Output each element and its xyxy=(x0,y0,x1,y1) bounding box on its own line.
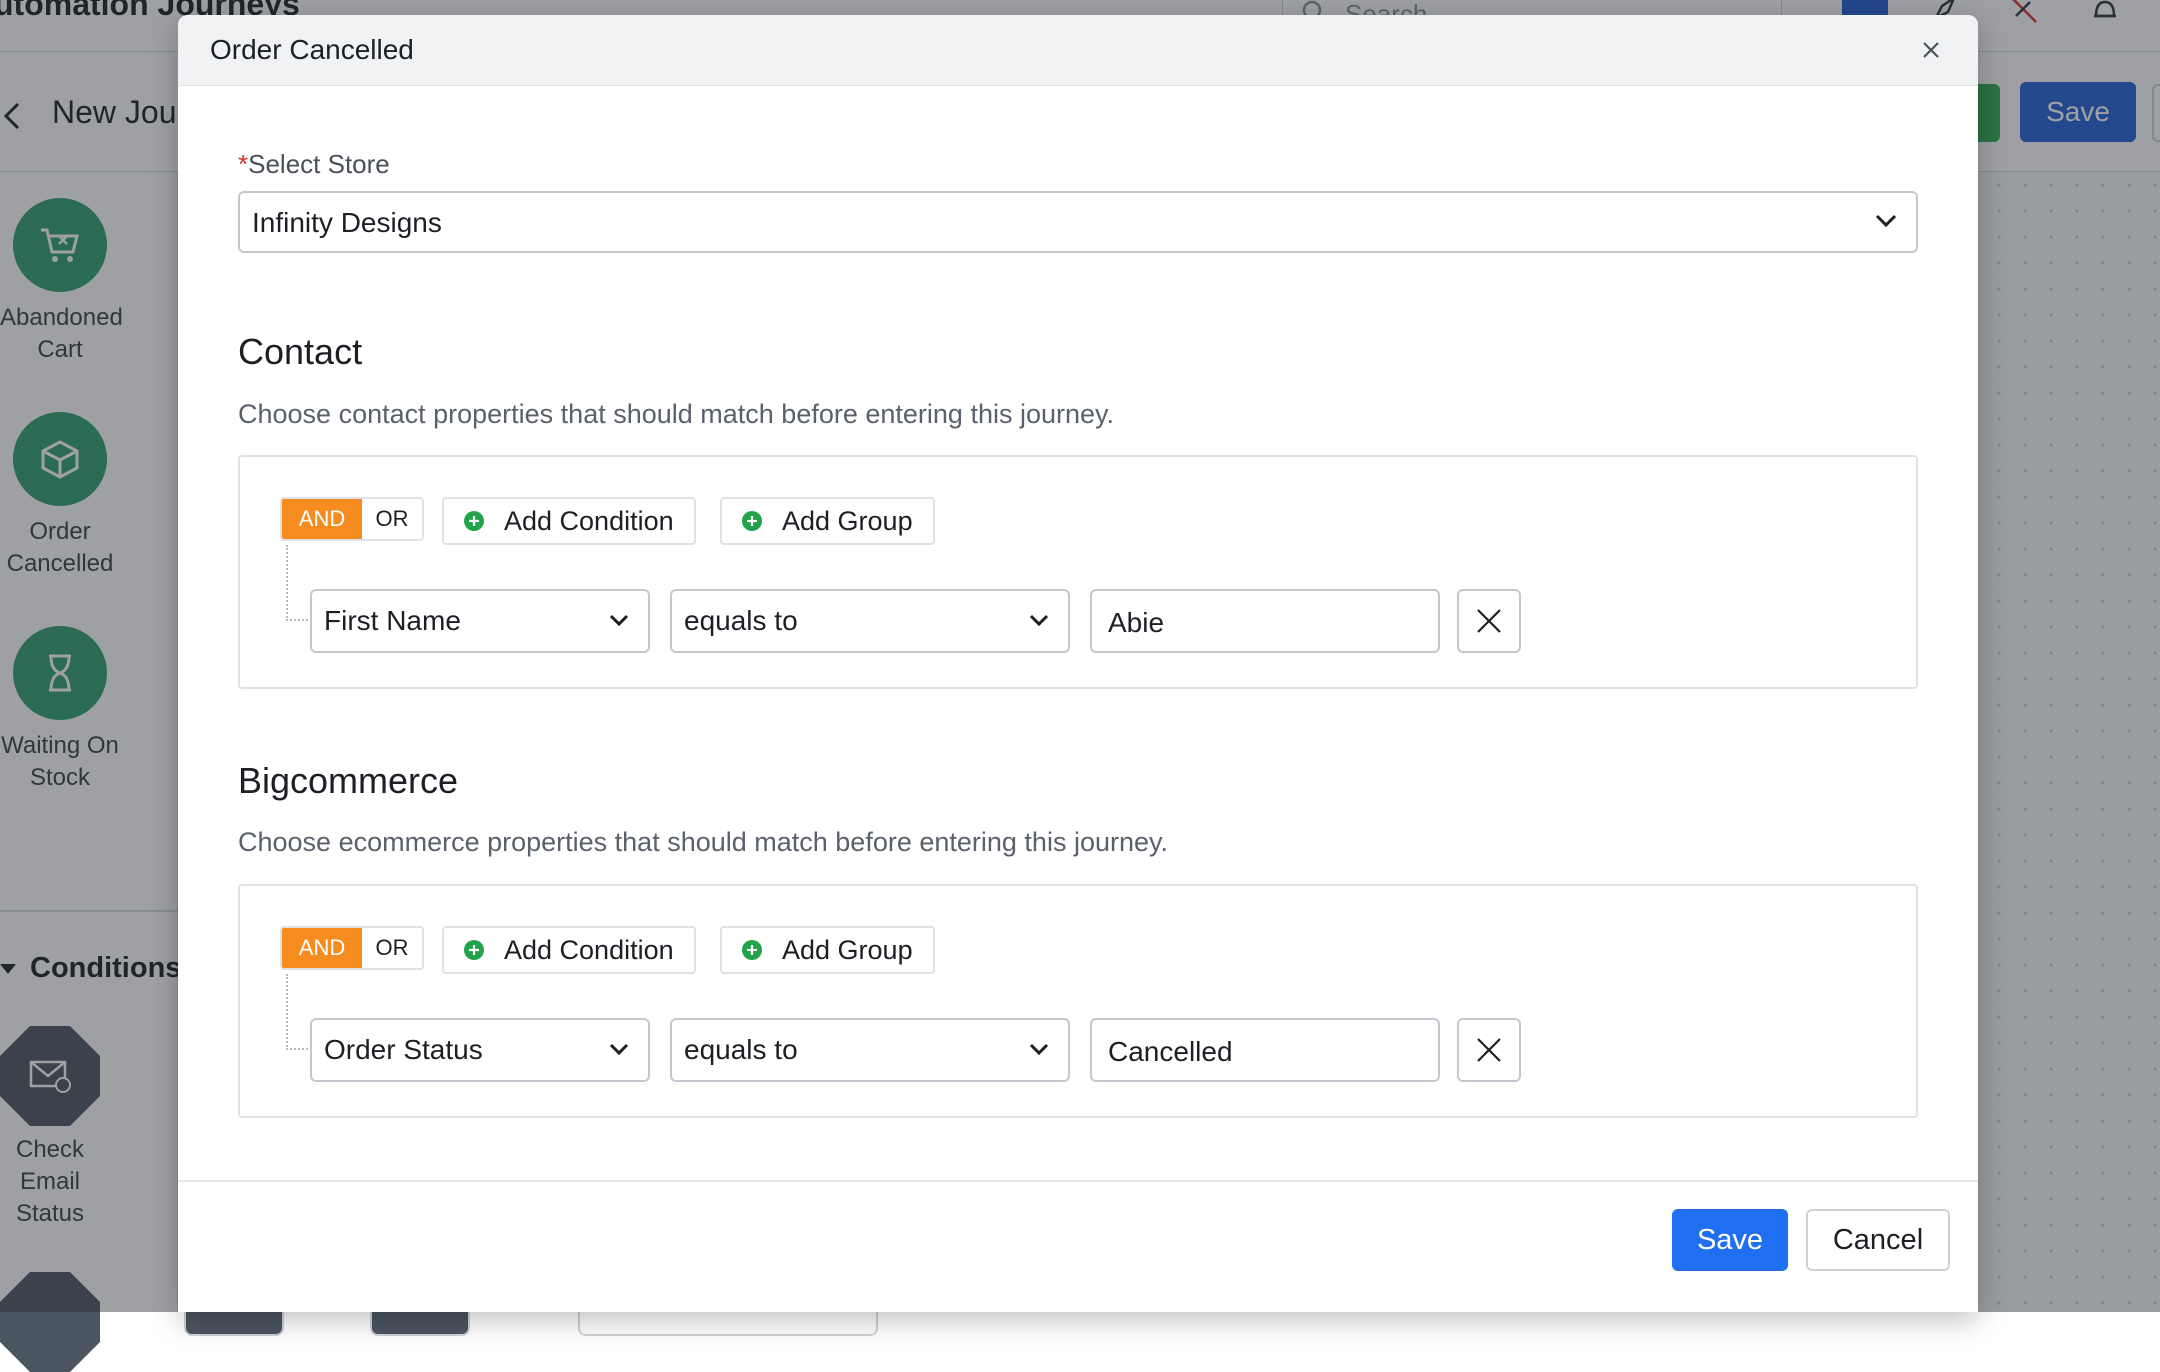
close-icon xyxy=(1477,1038,1501,1062)
dialog-header: Order Cancelled xyxy=(178,15,1978,86)
condition-operator-select[interactable]: equals to xyxy=(670,1018,1070,1082)
chevron-down-icon xyxy=(608,613,630,632)
select-store-label: *Select Store xyxy=(238,149,390,180)
condition-field-value: First Name xyxy=(324,605,461,636)
bigcommerce-condition-builder: AND OR Add Condition Add Group Order Sta… xyxy=(238,884,1918,1118)
and-or-toggle[interactable]: AND OR xyxy=(280,497,424,541)
cancel-button[interactable]: Cancel xyxy=(1806,1209,1950,1271)
add-group-label: Add Group xyxy=(782,934,913,965)
chevron-down-icon xyxy=(1874,213,1898,234)
condition-value-text: Abie xyxy=(1108,607,1165,638)
add-condition-button[interactable]: Add Condition xyxy=(442,497,696,545)
chevron-down-icon xyxy=(1028,1042,1050,1061)
condition-operator-value: equals to xyxy=(684,1034,798,1065)
and-toggle[interactable]: AND xyxy=(282,928,362,968)
bigcommerce-section-description: Choose ecommerce properties that should … xyxy=(238,827,1168,857)
add-group-button[interactable]: Add Group xyxy=(720,497,935,545)
remove-condition-button[interactable] xyxy=(1457,1018,1521,1082)
condition-operator-value: equals to xyxy=(684,605,798,636)
plus-circle-icon xyxy=(464,940,484,960)
required-asterisk: * xyxy=(238,149,249,179)
tree-connector xyxy=(286,974,288,1050)
add-group-button[interactable]: Add Group xyxy=(720,926,935,974)
and-or-toggle[interactable]: AND OR xyxy=(280,926,424,970)
chevron-down-icon xyxy=(608,1042,630,1061)
or-toggle[interactable]: OR xyxy=(362,499,422,539)
plus-circle-icon xyxy=(742,940,762,960)
dialog-footer-divider xyxy=(178,1180,1978,1182)
condition-field-select[interactable]: First Name xyxy=(310,589,650,653)
store-select-value: Infinity Designs xyxy=(252,207,442,238)
bigcommerce-section-title: Bigcommerce xyxy=(238,760,459,801)
condition-value-text: Cancelled xyxy=(1108,1036,1233,1067)
save-button[interactable]: Save xyxy=(1672,1209,1788,1271)
condition-value-input[interactable]: Abie xyxy=(1090,589,1440,653)
condition-field-value: Order Status xyxy=(324,1034,483,1065)
select-store-label-text: Select Store xyxy=(248,149,390,179)
order-cancelled-dialog: Order Cancelled *Select Store Infinity D… xyxy=(178,15,1978,1312)
dialog-title: Order Cancelled xyxy=(210,34,414,65)
and-toggle[interactable]: AND xyxy=(282,499,362,539)
plus-circle-icon xyxy=(464,511,484,531)
tree-connector xyxy=(286,545,288,621)
or-toggle[interactable]: OR xyxy=(362,928,422,968)
condition-field-select[interactable]: Order Status xyxy=(310,1018,650,1082)
add-group-label: Add Group xyxy=(782,505,913,536)
condition-value-input[interactable]: Cancelled xyxy=(1090,1018,1440,1082)
contact-section-description: Choose contact properties that should ma… xyxy=(238,399,1115,429)
add-condition-label: Add Condition xyxy=(504,934,674,965)
store-select[interactable]: Infinity Designs xyxy=(238,191,1918,253)
close-icon xyxy=(1477,609,1501,633)
close-icon[interactable] xyxy=(1914,33,1948,67)
contact-section-title: Contact xyxy=(238,331,363,372)
condition-operator-select[interactable]: equals to xyxy=(670,589,1070,653)
chevron-down-icon xyxy=(1028,613,1050,632)
remove-condition-button[interactable] xyxy=(1457,589,1521,653)
tree-connector xyxy=(286,619,308,621)
add-condition-button[interactable]: Add Condition xyxy=(442,926,696,974)
contact-condition-builder: AND OR Add Condition Add Group First Nam… xyxy=(238,455,1918,689)
tree-connector xyxy=(286,1048,308,1050)
plus-circle-icon xyxy=(742,511,762,531)
add-condition-label: Add Condition xyxy=(504,505,674,536)
